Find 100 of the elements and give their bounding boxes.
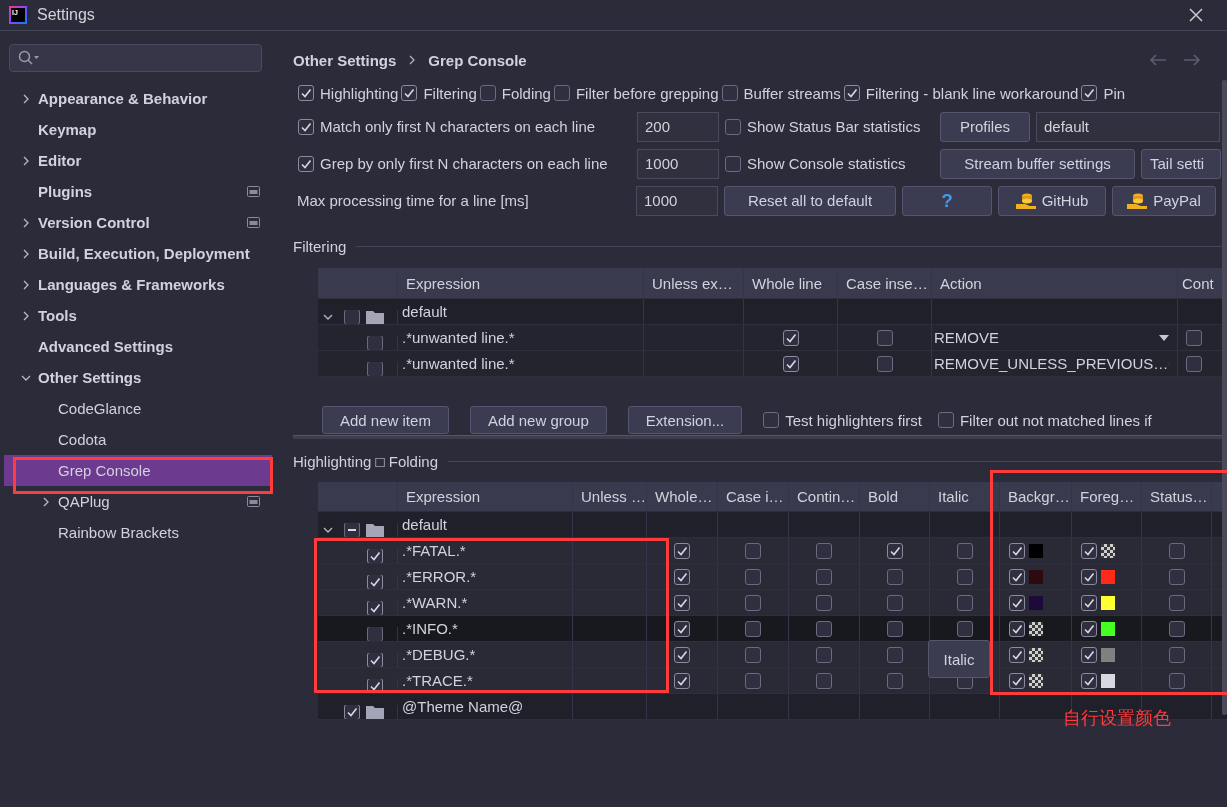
button[interactable]: Add new item (322, 406, 449, 434)
checkbox[interactable] (956, 542, 973, 559)
sidebar-item[interactable]: Editor (4, 145, 272, 176)
checkbox[interactable] (674, 542, 690, 559)
column-header[interactable]: Foreg… (1072, 482, 1142, 511)
sidebar-item[interactable]: Rainbow Brackets (4, 517, 272, 548)
input-field[interactable]: 1000 (637, 148, 719, 179)
color-swatch[interactable] (1101, 621, 1115, 636)
sidebar-item[interactable]: Version Control (4, 207, 272, 238)
checkbox[interactable] (745, 646, 761, 663)
sidebar-item[interactable]: Advanced Settings (4, 331, 272, 362)
checkbox[interactable] (367, 362, 383, 376)
checkbox[interactable] (344, 705, 360, 719)
checkbox[interactable] (1168, 568, 1185, 585)
sidebar-item[interactable]: Keymap (4, 114, 272, 145)
checkbox[interactable] (876, 329, 893, 346)
checkbox[interactable] (1009, 620, 1025, 637)
checkbox[interactable] (745, 672, 761, 689)
checkbox[interactable] (745, 594, 761, 611)
button[interactable]: Extension... (627, 406, 743, 434)
dropdown-field[interactable]: default (1036, 111, 1220, 142)
checkbox[interactable] (725, 155, 741, 172)
transparent-swatch[interactable] (1029, 673, 1043, 688)
checkbox[interactable] (816, 542, 832, 559)
checkbox[interactable] (298, 118, 314, 135)
button[interactable]: Add new group (469, 406, 607, 434)
button[interactable]: Stream buffer settings (940, 148, 1135, 179)
checkbox[interactable] (1081, 542, 1097, 559)
column-header[interactable]: Contin… (789, 482, 860, 511)
checkbox[interactable] (956, 620, 973, 637)
checkbox[interactable] (1168, 620, 1185, 637)
checkbox[interactable] (1168, 594, 1185, 611)
checkbox[interactable] (886, 594, 903, 611)
checkbox[interactable] (956, 594, 973, 611)
checkbox[interactable] (816, 568, 832, 585)
checkbox[interactable] (1009, 594, 1025, 611)
checkbox[interactable] (816, 672, 832, 689)
sidebar-item[interactable]: Appearance & Behavior (4, 83, 272, 114)
column-header[interactable]: Backgr… (1000, 482, 1072, 511)
checkbox[interactable] (763, 412, 780, 428)
checkbox[interactable] (937, 412, 954, 428)
checkbox[interactable] (782, 355, 799, 372)
checkbox[interactable] (367, 653, 383, 667)
column-header[interactable]: Bold (860, 482, 930, 511)
checkbox[interactable] (782, 329, 799, 346)
sidebar-item[interactable]: Plugins (4, 176, 272, 207)
checkbox[interactable] (745, 568, 761, 585)
checkbox[interactable] (886, 646, 903, 663)
color-swatch[interactable] (1101, 595, 1115, 610)
checkbox[interactable] (1081, 620, 1097, 637)
sidebar-item[interactable]: CodeGlance (4, 393, 272, 424)
checkbox[interactable] (816, 594, 832, 611)
transparent-swatch[interactable] (1029, 621, 1043, 636)
checkbox[interactable] (1081, 646, 1097, 663)
color-swatch[interactable] (1029, 543, 1043, 558)
checkbox[interactable] (367, 627, 383, 641)
checkbox[interactable] (344, 310, 360, 324)
sidebar-item[interactable]: Other Settings (4, 362, 272, 393)
input-field[interactable]: 200 (637, 111, 719, 142)
sidebar-item[interactable]: Codota (4, 424, 272, 455)
color-swatch[interactable] (1101, 673, 1115, 688)
checkbox[interactable] (886, 672, 903, 689)
checkbox[interactable] (674, 620, 690, 637)
checkbox[interactable] (1009, 672, 1025, 689)
column-header[interactable]: Expression (398, 482, 573, 511)
checkbox[interactable] (886, 568, 903, 585)
scrollbar[interactable] (1222, 80, 1227, 715)
checkbox[interactable] (1186, 355, 1202, 372)
color-swatch[interactable] (1029, 569, 1043, 584)
dropdown-cell[interactable]: REMOVE_UNLESS_PREVIOUS… (932, 351, 1178, 376)
donate-button[interactable]: PayPal (1112, 185, 1216, 216)
checkbox[interactable] (956, 568, 973, 585)
transparent-swatch[interactable] (1101, 543, 1115, 558)
checkbox[interactable] (553, 85, 570, 101)
column-header[interactable]: Italic (930, 482, 1000, 511)
checkbox[interactable] (725, 118, 741, 135)
checkbox[interactable] (1009, 646, 1025, 663)
checkbox[interactable] (816, 620, 832, 637)
checkbox[interactable] (1081, 672, 1097, 689)
input-field[interactable]: 1000 (636, 185, 718, 216)
checkbox[interactable] (886, 620, 903, 637)
button[interactable]: Profiles (940, 111, 1030, 142)
checkbox[interactable] (674, 646, 690, 663)
sidebar-item[interactable]: QAPlug (4, 486, 272, 517)
donate-button[interactable]: GitHub (998, 185, 1106, 216)
column-header[interactable]: Action (932, 268, 1178, 298)
checkbox[interactable] (886, 542, 903, 559)
transparent-swatch[interactable] (1029, 647, 1043, 662)
checkbox[interactable] (367, 336, 383, 350)
help-button[interactable]: ? (902, 185, 992, 216)
column-header[interactable]: Whole line (744, 268, 838, 298)
checkbox[interactable] (1081, 594, 1097, 611)
checkbox[interactable] (876, 355, 893, 372)
breadcrumb-item[interactable]: Other Settings (293, 51, 397, 69)
checkbox[interactable] (1009, 568, 1025, 585)
checkbox[interactable] (816, 646, 832, 663)
checkbox[interactable] (367, 575, 383, 589)
column-header[interactable]: Case i… (718, 482, 789, 511)
column-header[interactable]: Unless ex… (644, 268, 744, 298)
breadcrumb-item[interactable]: Grep Console (428, 51, 527, 69)
